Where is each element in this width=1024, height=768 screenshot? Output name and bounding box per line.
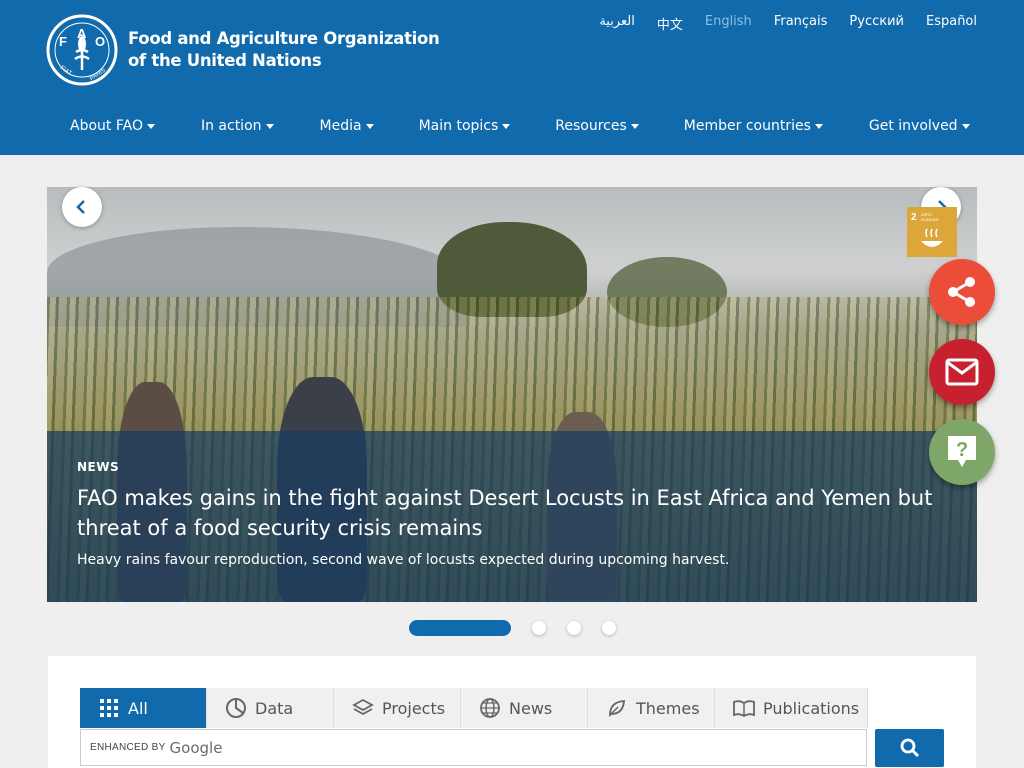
layers-icon — [352, 698, 374, 716]
caret-down-icon — [265, 123, 274, 129]
leaf-icon — [609, 700, 625, 718]
nav-label: Resources — [555, 118, 627, 134]
carousel-dot-4[interactable] — [602, 621, 616, 635]
caret-down-icon — [961, 123, 970, 129]
nav-main-topics[interactable]: Main topics — [419, 118, 511, 134]
svg-text:?: ? — [956, 439, 968, 461]
tab-label: All — [128, 698, 148, 718]
nav-label: In action — [200, 118, 262, 134]
svg-text:2: 2 — [911, 212, 917, 223]
nav-media[interactable]: Media — [320, 118, 374, 134]
tab-label: Publications — [763, 698, 860, 718]
search-button[interactable] — [875, 729, 944, 767]
svg-text:F: F — [59, 34, 67, 49]
search-icon — [900, 738, 919, 758]
chevron-left-icon — [76, 200, 85, 214]
fao-logo[interactable]: F A O FIAT PANIS Food and Agriculture Or… — [46, 14, 440, 86]
mail-icon — [945, 358, 979, 386]
search-panel: All Data Projects News Themes Publicatio… — [48, 656, 976, 768]
help-button[interactable]: ? — [929, 419, 995, 485]
caret-down-icon — [502, 123, 511, 129]
tab-news[interactable]: News — [461, 688, 588, 728]
tab-themes[interactable]: Themes — [588, 688, 715, 728]
email-button[interactable] — [929, 339, 995, 405]
nav-get-involved[interactable]: Get involved — [869, 118, 970, 134]
caret-down-icon — [814, 123, 823, 129]
carousel-prev-button[interactable] — [62, 187, 102, 227]
zero-hunger-icon: 2 ZERO HUNGER — [911, 212, 943, 247]
share-button[interactable] — [929, 259, 995, 325]
hero-carousel[interactable]: NEWS FAO makes gains in the fight agains… — [47, 187, 977, 602]
tab-all[interactable]: All — [80, 688, 207, 728]
nav-about-fao[interactable]: About FAO — [70, 118, 155, 134]
tab-label: Projects — [382, 698, 446, 718]
nav-in-action[interactable]: In action — [201, 118, 274, 134]
org-name-line2: of the United Nations — [128, 51, 322, 70]
help-icon: ? — [948, 436, 976, 467]
caret-down-icon — [630, 123, 639, 129]
google-label: Google — [169, 738, 223, 757]
carousel-dot-3[interactable] — [567, 621, 581, 635]
tab-label: Data — [255, 698, 294, 718]
search-input[interactable]: ENHANCED BY Google — [80, 729, 867, 766]
main-nav: About FAO In action Media Main topics Re… — [70, 118, 970, 134]
tab-data[interactable]: Data — [207, 688, 334, 728]
lang-french[interactable]: Français — [774, 14, 828, 33]
caret-down-icon — [365, 123, 374, 129]
lang-chinese[interactable]: 中文 — [657, 14, 683, 33]
lang-russian[interactable]: Русский — [849, 14, 904, 33]
nav-label: Member countries — [683, 118, 811, 134]
nav-label: About FAO — [70, 118, 143, 134]
nav-label: Get involved — [868, 118, 958, 134]
slide-tag: NEWS — [77, 460, 120, 474]
tab-projects[interactable]: Projects — [334, 688, 461, 728]
pie-chart-icon — [226, 698, 246, 718]
share-icon — [948, 277, 975, 307]
lang-english[interactable]: English — [705, 14, 752, 33]
nav-member-countries[interactable]: Member countries — [684, 118, 823, 134]
lang-arabic[interactable]: العربية — [599, 14, 635, 33]
enhanced-by-label: ENHANCED BY — [90, 742, 166, 753]
tab-label: Themes — [636, 698, 700, 718]
sdg-badge[interactable]: 2 ZERO HUNGER — [907, 207, 957, 257]
globe-icon — [480, 698, 500, 718]
slide-subtitle: Heavy rains favour reproduction, second … — [77, 552, 730, 568]
nav-label: Media — [319, 118, 362, 134]
language-switcher: العربية 中文 English Français Русский Espa… — [577, 14, 977, 33]
nav-label: Main topics — [418, 118, 499, 134]
carousel-indicators — [409, 620, 616, 636]
book-icon — [733, 700, 755, 718]
slide-title[interactable]: FAO makes gains in the fight against Des… — [77, 483, 937, 543]
org-name: Food and Agriculture Organization of the… — [128, 28, 440, 72]
org-name-line1: Food and Agriculture Organization — [128, 29, 440, 48]
slide-caption: NEWS FAO makes gains in the fight agains… — [47, 431, 977, 602]
nav-resources[interactable]: Resources — [555, 118, 639, 134]
search-tabs: All Data Projects News Themes Publicatio… — [80, 688, 868, 728]
tab-label: News — [509, 698, 553, 718]
carousel-dot-1[interactable] — [409, 620, 511, 636]
grid-icon — [100, 699, 118, 717]
site-header: F A O FIAT PANIS Food and Agriculture Or… — [0, 0, 1024, 155]
svg-text:HUNGER: HUNGER — [921, 217, 938, 222]
fao-emblem-icon: F A O FIAT PANIS — [46, 14, 118, 86]
lang-spanish[interactable]: Español — [926, 14, 977, 33]
carousel-dot-2[interactable] — [532, 621, 546, 635]
caret-down-icon — [146, 123, 155, 129]
svg-text:O: O — [95, 34, 105, 49]
tab-publications[interactable]: Publications — [715, 688, 868, 728]
